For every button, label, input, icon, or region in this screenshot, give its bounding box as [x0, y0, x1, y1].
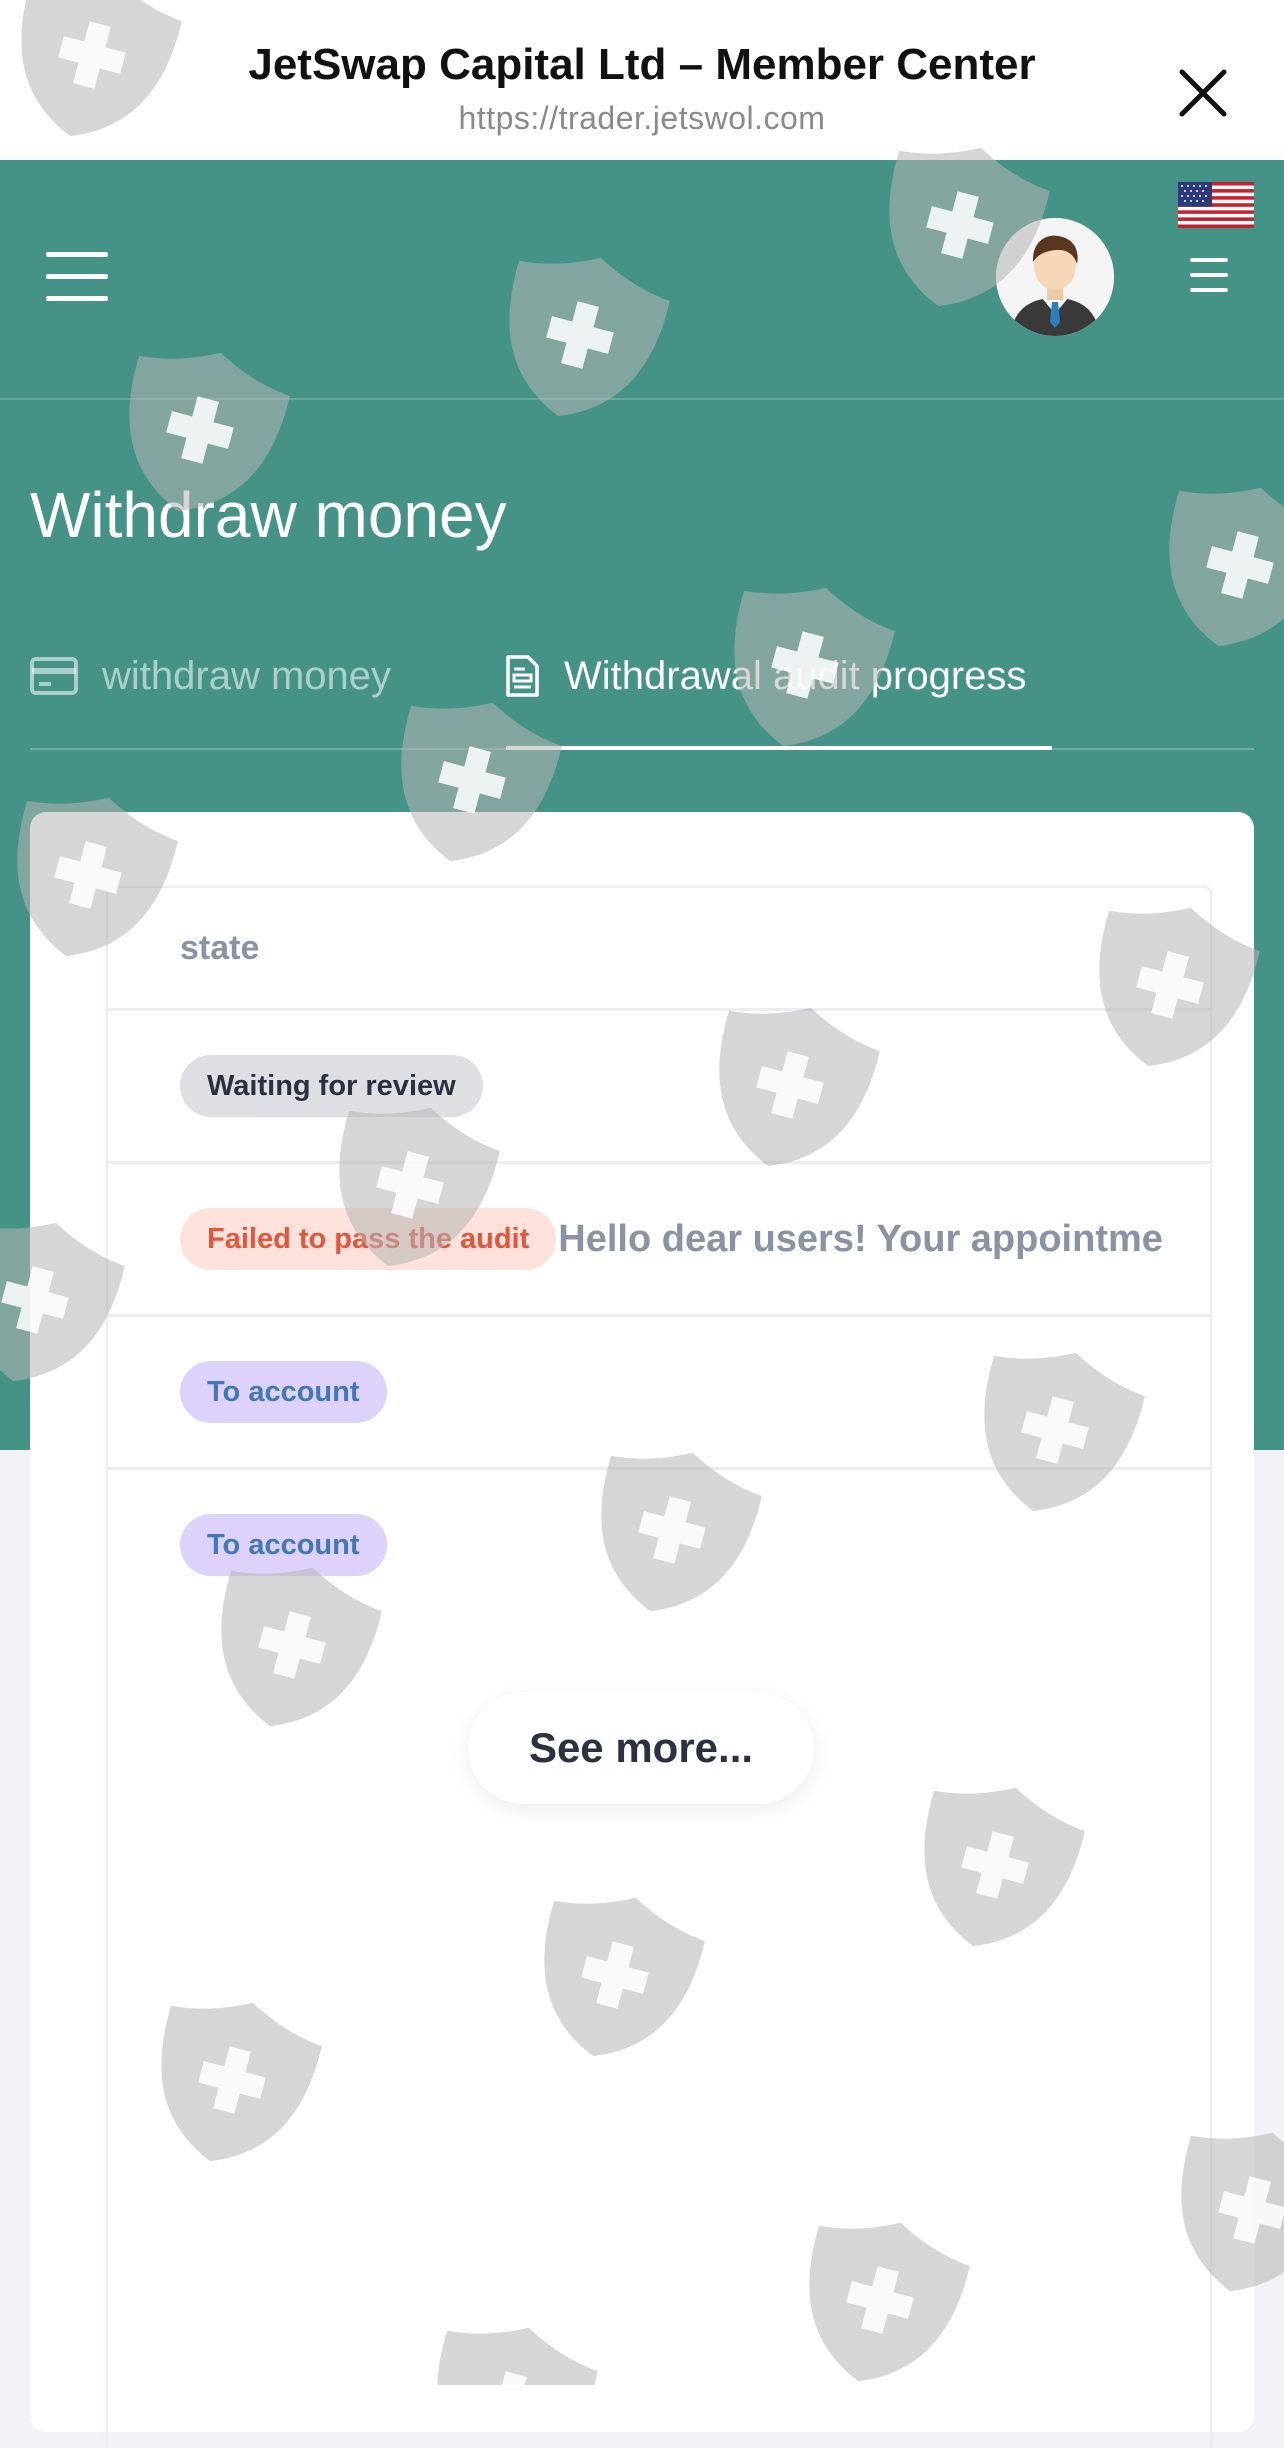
header-divider [0, 398, 1284, 400]
page-title: Withdraw money [30, 479, 507, 551]
browser-topbar: JetSwap Capital Ltd – Member Center http… [0, 0, 1284, 160]
status-badge: To account [180, 1361, 387, 1423]
document-icon [506, 655, 539, 697]
status-badge: To account [180, 1514, 387, 1576]
audit-progress-card: state Waiting for review Failed to pass … [30, 812, 1254, 2448]
table-row: Waiting for review [108, 1011, 1210, 1164]
table-header-row: state [108, 888, 1210, 1011]
tab-withdraw-money[interactable]: withdraw money [30, 640, 391, 712]
user-avatar[interactable] [996, 218, 1114, 336]
see-more-button[interactable]: See more... [468, 1692, 814, 1804]
tab-withdraw-money-label: withdraw money [102, 653, 392, 698]
close-icon[interactable] [1170, 60, 1236, 126]
active-tab-indicator [506, 746, 1052, 750]
column-header-state: state [180, 928, 260, 967]
status-badge: Waiting for review [180, 1055, 483, 1117]
browser-url: https://trader.jetswol.com [458, 100, 826, 136]
credit-card-icon [30, 657, 78, 695]
status-badge: Failed to pass the audit [180, 1208, 557, 1270]
browser-title: JetSwap Capital Ltd – Member Center [248, 40, 1036, 89]
menu-icon[interactable] [1190, 258, 1228, 292]
tab-withdrawal-audit-progress[interactable]: Withdrawal audit progress [504, 640, 1026, 712]
table-row: To account [108, 1317, 1210, 1470]
tab-withdrawal-audit-progress-label: Withdrawal audit progress [564, 653, 1027, 698]
us-flag-icon[interactable] [1178, 182, 1254, 229]
hamburger-icon[interactable] [46, 252, 108, 302]
table-row: Failed to pass the audit Hello dear user… [108, 1164, 1210, 1317]
rejection-note: Hello dear users! Your appointme [558, 1217, 1163, 1260]
table-row: To account [108, 1470, 1210, 1620]
audit-table[interactable]: state Waiting for review Failed to pass … [106, 886, 1212, 2448]
